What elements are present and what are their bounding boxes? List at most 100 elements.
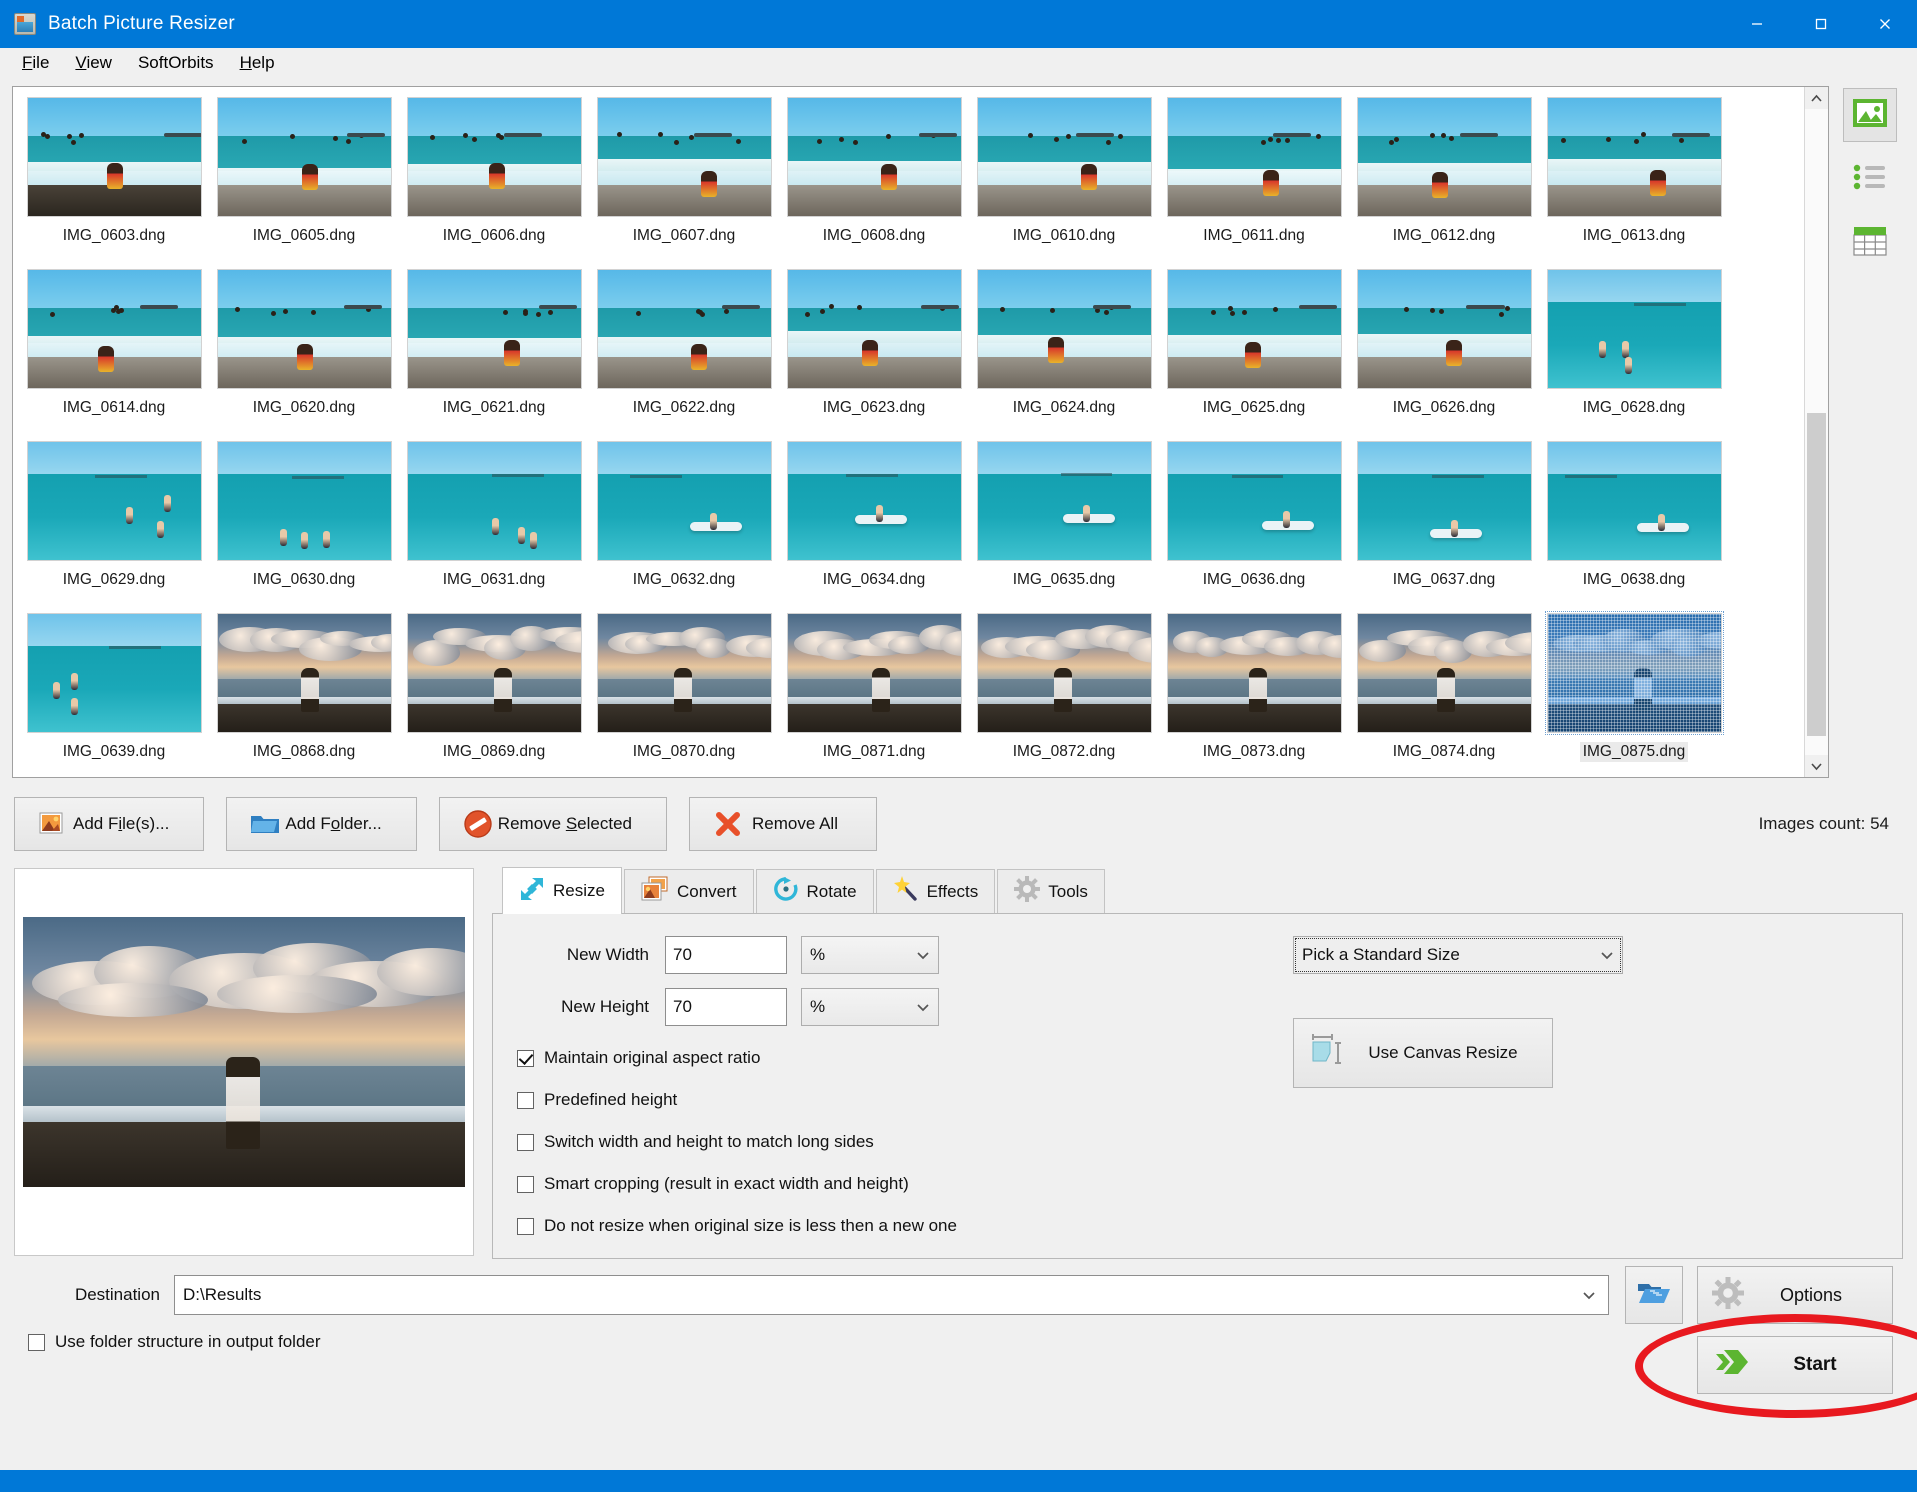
thumbnail-image[interactable] bbox=[597, 441, 772, 561]
options-button[interactable]: Options bbox=[1697, 1266, 1893, 1324]
thumbnail-image[interactable] bbox=[1167, 269, 1342, 389]
thumbnail-image[interactable] bbox=[787, 269, 962, 389]
thumbnail-item[interactable]: IMG_0639.dng bbox=[19, 609, 209, 777]
scrollbar-thumb[interactable] bbox=[1807, 413, 1826, 736]
checkbox-do-not-resize[interactable]: Do not resize when original size is less… bbox=[517, 1216, 1878, 1236]
thumbnail-image[interactable] bbox=[787, 613, 962, 733]
scroll-up-button[interactable] bbox=[1805, 87, 1828, 109]
thumbnail-item[interactable]: IMG_0626.dng bbox=[1349, 265, 1539, 437]
thumbnail-item[interactable]: IMG_0625.dng bbox=[1159, 265, 1349, 437]
tab-rotate[interactable]: Rotate bbox=[756, 869, 874, 913]
new-height-input[interactable] bbox=[665, 988, 787, 1026]
thumbnail-image[interactable] bbox=[27, 269, 202, 389]
add-files-button[interactable]: Add File(s)... bbox=[14, 797, 204, 851]
use-canvas-resize-button[interactable]: Use Canvas Resize bbox=[1293, 1018, 1553, 1088]
checkbox-switch-width-height[interactable]: Switch width and height to match long si… bbox=[517, 1132, 1878, 1152]
thumbnail-image[interactable] bbox=[27, 97, 202, 217]
thumbnail-image[interactable] bbox=[217, 613, 392, 733]
thumbnail-item[interactable]: IMG_0871.dng bbox=[779, 609, 969, 777]
thumbnail-image[interactable] bbox=[407, 613, 582, 733]
thumbnail-image[interactable] bbox=[1547, 269, 1722, 389]
list-view-button[interactable] bbox=[1843, 152, 1897, 206]
browse-folder-button[interactable] bbox=[1625, 1266, 1683, 1324]
thumbnail-item[interactable]: IMG_0874.dng bbox=[1349, 609, 1539, 777]
tab-resize[interactable]: Resize bbox=[502, 867, 622, 914]
thumbnail-panel[interactable]: IMG_0603.dng IMG_0605.dng IMG_0606.dng bbox=[12, 86, 1829, 778]
thumbnail-scrollbar[interactable] bbox=[1804, 87, 1828, 777]
remove-all-button[interactable]: Remove All bbox=[689, 797, 877, 851]
checkbox-maintain-aspect-ratio[interactable]: Maintain original aspect ratio bbox=[517, 1048, 1878, 1068]
thumbnail-image[interactable] bbox=[407, 97, 582, 217]
thumbnail-item[interactable]: IMG_0610.dng bbox=[969, 93, 1159, 265]
thumbnail-item[interactable]: IMG_0638.dng bbox=[1539, 437, 1729, 609]
thumbnail-item[interactable]: IMG_0608.dng bbox=[779, 93, 969, 265]
thumbnail-item[interactable]: IMG_0623.dng bbox=[779, 265, 969, 437]
thumbnail-item[interactable]: IMG_0607.dng bbox=[589, 93, 779, 265]
thumbnail-image[interactable] bbox=[1167, 441, 1342, 561]
thumbnail-image[interactable] bbox=[977, 613, 1152, 733]
standard-size-select[interactable]: Pick a Standard Size bbox=[1293, 936, 1623, 974]
close-button[interactable] bbox=[1853, 0, 1917, 48]
thumbnail-item[interactable]: IMG_0605.dng bbox=[209, 93, 399, 265]
new-width-input[interactable] bbox=[665, 936, 787, 974]
thumbnail-image[interactable] bbox=[1357, 97, 1532, 217]
thumbnail-image[interactable] bbox=[787, 441, 962, 561]
thumbnail-item[interactable]: IMG_0868.dng bbox=[209, 609, 399, 777]
thumbnail-item[interactable]: IMG_0869.dng bbox=[399, 609, 589, 777]
thumbnail-image[interactable] bbox=[1547, 441, 1722, 561]
menu-file[interactable]: File bbox=[10, 50, 61, 76]
add-folder-button[interactable]: Add Folder... bbox=[226, 797, 416, 851]
thumbnail-item[interactable]: IMG_0634.dng bbox=[779, 437, 969, 609]
tab-convert[interactable]: Convert bbox=[624, 869, 754, 913]
thumbnail-image[interactable] bbox=[27, 441, 202, 561]
thumbnail-item[interactable]: IMG_0635.dng bbox=[969, 437, 1159, 609]
thumbnail-item[interactable]: IMG_0603.dng bbox=[19, 93, 209, 265]
thumbnail-item[interactable]: IMG_0606.dng bbox=[399, 93, 589, 265]
thumbnail-item[interactable]: IMG_0629.dng bbox=[19, 437, 209, 609]
new-height-unit-select[interactable]: % bbox=[801, 988, 939, 1026]
thumbnail-image[interactable] bbox=[977, 269, 1152, 389]
thumbnail-item[interactable]: IMG_0612.dng bbox=[1349, 93, 1539, 265]
thumbnail-image[interactable] bbox=[407, 269, 582, 389]
thumbnail-image[interactable] bbox=[1167, 613, 1342, 733]
thumbnail-item[interactable]: IMG_0614.dng bbox=[19, 265, 209, 437]
thumbnail-image[interactable] bbox=[977, 441, 1152, 561]
tab-effects[interactable]: Effects bbox=[876, 869, 996, 913]
tab-tools[interactable]: Tools bbox=[997, 869, 1105, 913]
thumbnail-item[interactable]: IMG_0620.dng bbox=[209, 265, 399, 437]
thumbnail-item[interactable]: IMG_0624.dng bbox=[969, 265, 1159, 437]
scrollbar-track[interactable] bbox=[1805, 109, 1828, 755]
menu-help[interactable]: Help bbox=[228, 50, 287, 76]
remove-selected-button[interactable]: Remove Selected bbox=[439, 797, 667, 851]
thumbnail-image[interactable] bbox=[1357, 613, 1532, 733]
thumbnail-item[interactable]: IMG_0637.dng bbox=[1349, 437, 1539, 609]
thumbnail-item[interactable]: IMG_0621.dng bbox=[399, 265, 589, 437]
thumbnail-item[interactable]: IMG_0870.dng bbox=[589, 609, 779, 777]
thumbnail-image[interactable] bbox=[1167, 97, 1342, 217]
checkbox-smart-cropping[interactable]: Smart cropping (result in exact width an… bbox=[517, 1174, 1878, 1194]
thumbnail-image[interactable] bbox=[1547, 613, 1722, 733]
thumbnail-item[interactable]: IMG_0636.dng bbox=[1159, 437, 1349, 609]
checkbox-use-folder-structure[interactable]: Use folder structure in output folder bbox=[28, 1332, 321, 1352]
thumbnail-image[interactable] bbox=[1357, 269, 1532, 389]
menu-view[interactable]: View bbox=[63, 50, 124, 76]
thumbnail-image[interactable] bbox=[1547, 97, 1722, 217]
thumbnail-image[interactable] bbox=[407, 441, 582, 561]
thumbnail-image[interactable] bbox=[217, 269, 392, 389]
thumbnail-item[interactable]: IMG_0622.dng bbox=[589, 265, 779, 437]
thumbnail-image[interactable] bbox=[597, 97, 772, 217]
details-view-button[interactable] bbox=[1843, 216, 1897, 270]
thumbnail-grid[interactable]: IMG_0603.dng IMG_0605.dng IMG_0606.dng bbox=[13, 87, 1804, 777]
scroll-down-button[interactable] bbox=[1805, 755, 1828, 777]
thumbnail-item[interactable]: IMG_0630.dng bbox=[209, 437, 399, 609]
maximize-button[interactable] bbox=[1789, 0, 1853, 48]
thumbnail-image[interactable] bbox=[217, 97, 392, 217]
thumbnail-item[interactable]: IMG_0613.dng bbox=[1539, 93, 1729, 265]
thumbnail-item[interactable]: IMG_0873.dng bbox=[1159, 609, 1349, 777]
thumbnail-item[interactable]: IMG_0875.dng bbox=[1539, 609, 1729, 777]
new-width-unit-select[interactable]: % bbox=[801, 936, 939, 974]
thumbnail-image[interactable] bbox=[597, 613, 772, 733]
menu-softorbits[interactable]: SoftOrbits bbox=[126, 50, 226, 76]
thumbnail-view-button[interactable] bbox=[1843, 88, 1897, 142]
thumbnail-image[interactable] bbox=[27, 613, 202, 733]
